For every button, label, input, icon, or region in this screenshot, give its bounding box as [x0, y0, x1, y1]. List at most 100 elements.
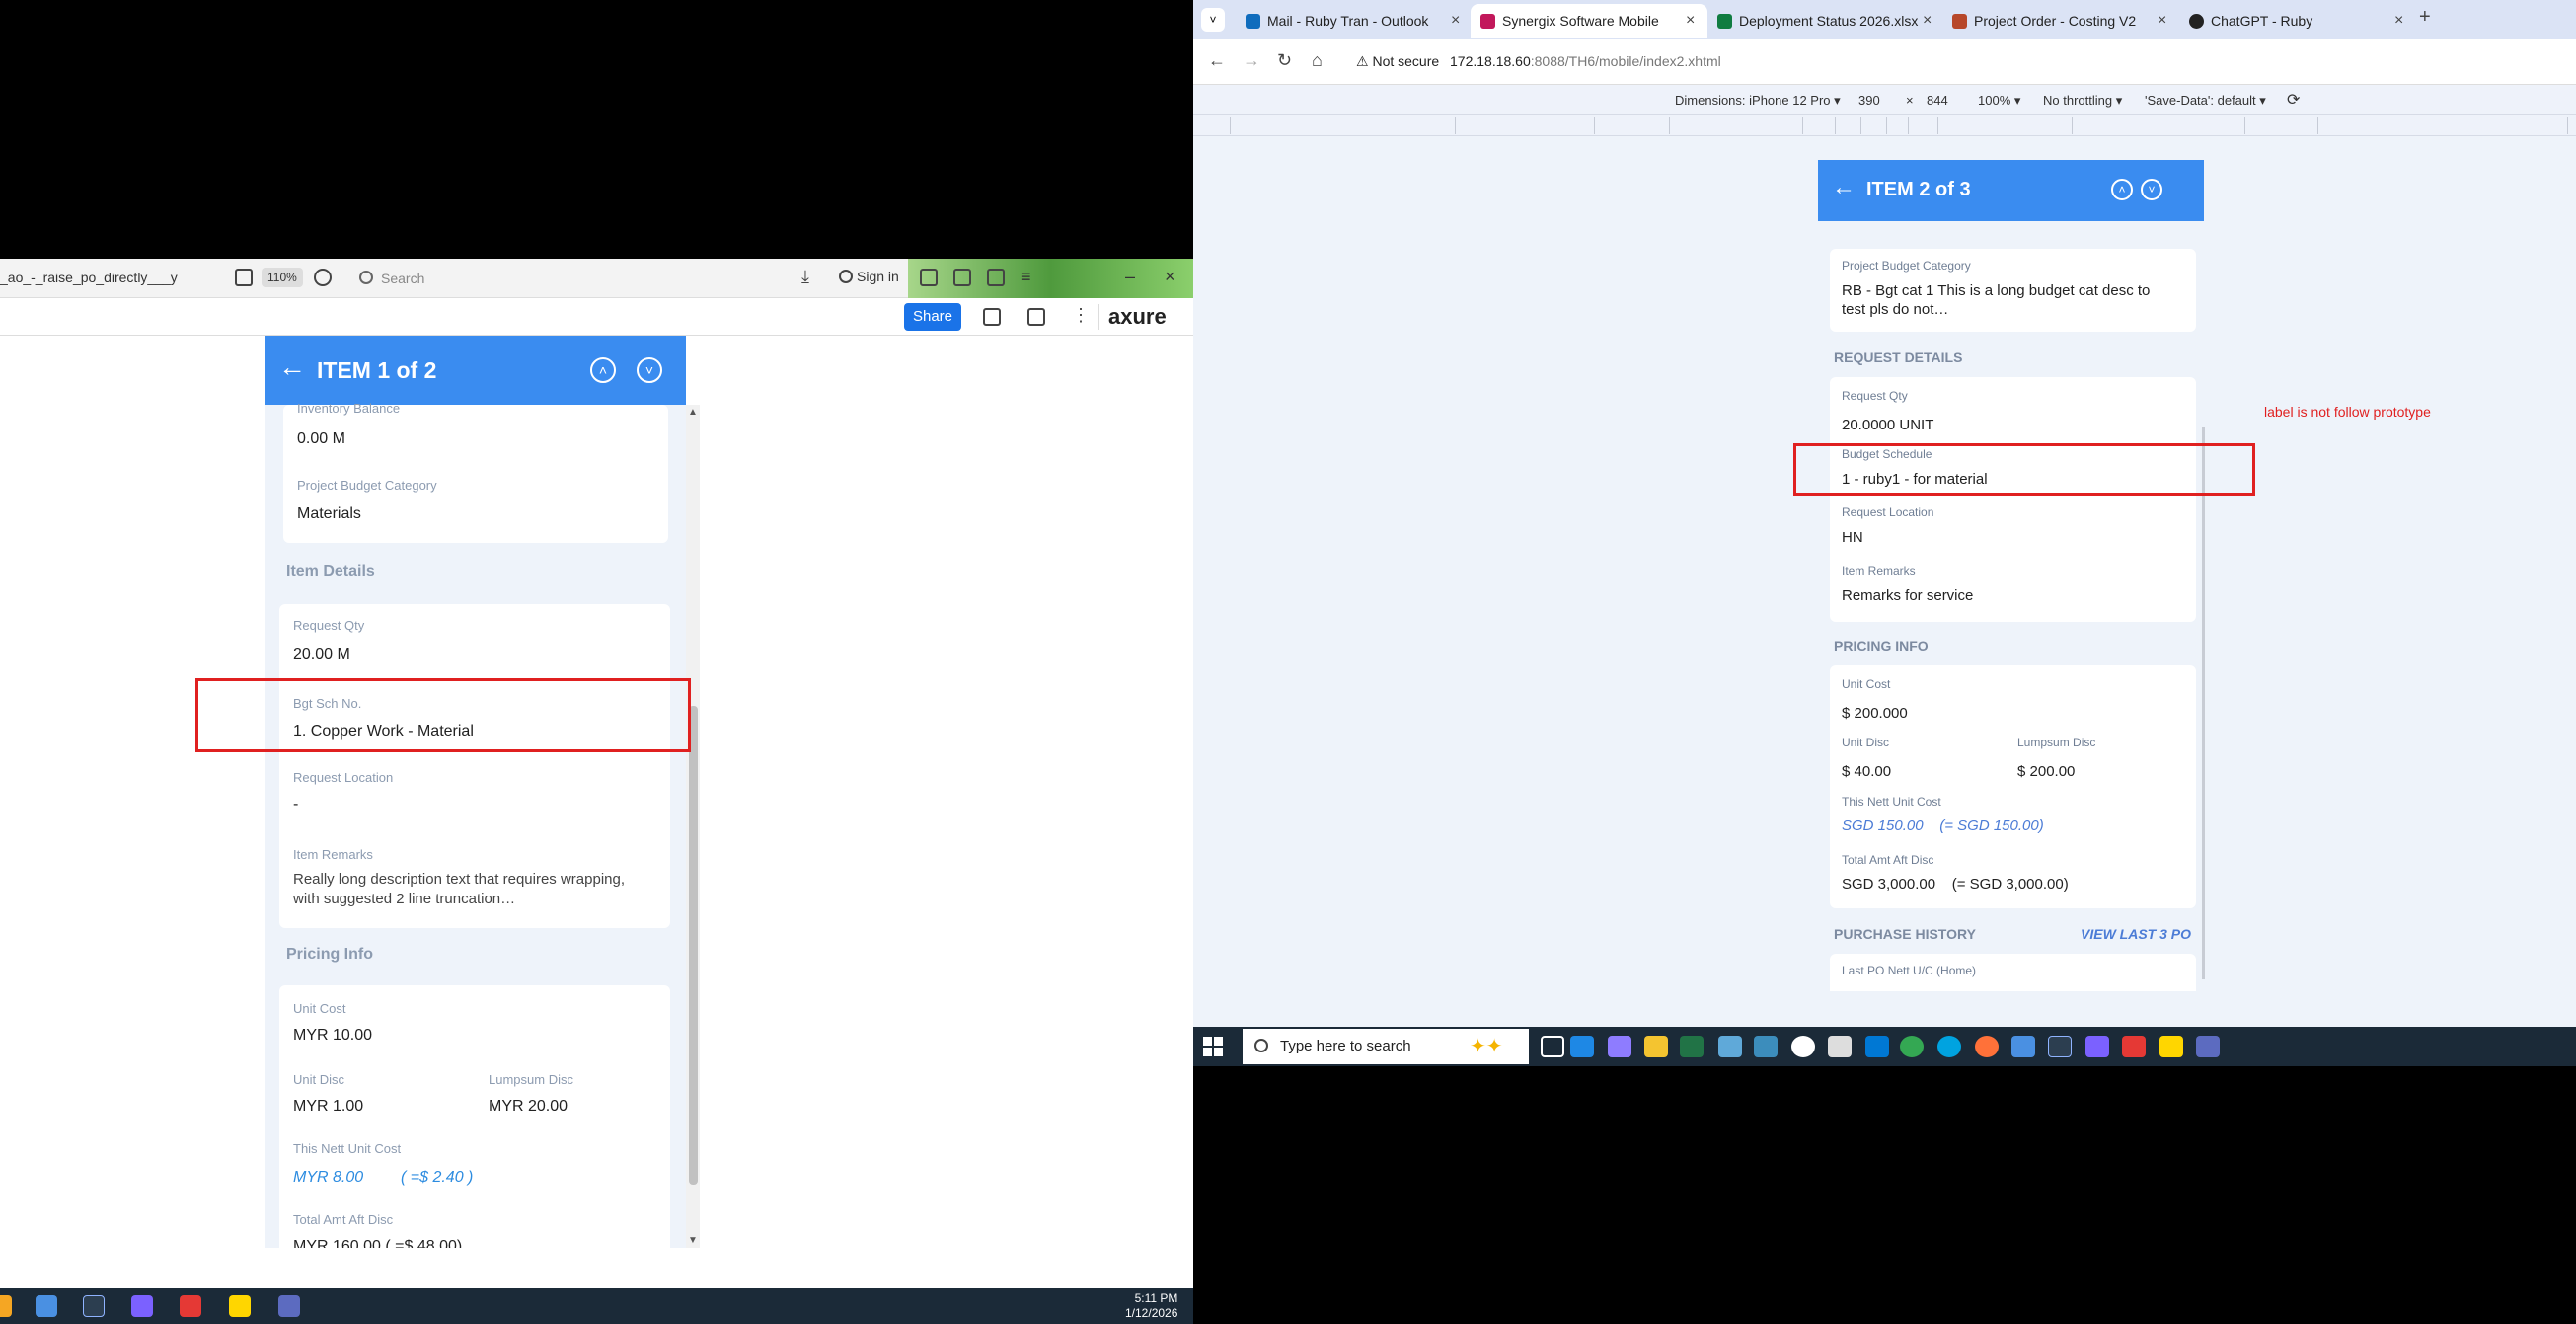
app-icon[interactable]	[1865, 1036, 1889, 1057]
app-icon[interactable]	[0, 1295, 12, 1317]
device-width-input[interactable]: 390	[1858, 93, 1880, 108]
item-remarks-label: Item Remarks	[1842, 564, 1916, 578]
budget-category-value: Materials	[297, 506, 361, 522]
tab-excel[interactable]: Deployment Status 2026.xlsx ×	[1707, 4, 1942, 38]
calculator-icon[interactable]	[36, 1295, 57, 1317]
home-icon[interactable]: ⌂	[1312, 50, 1323, 71]
back-icon[interactable]: ←	[1208, 50, 1226, 71]
lumpsum-disc-value: MYR 20.00	[489, 1098, 568, 1115]
windows-start-icon[interactable]	[1203, 1037, 1223, 1056]
tab-synergix[interactable]: Synergix Software Mobile ×	[1471, 4, 1707, 38]
chevron-down-icon[interactable]: ˅	[637, 357, 662, 383]
reload-icon[interactable]: ↻	[1277, 50, 1292, 71]
teams-icon[interactable]	[2196, 1036, 2220, 1057]
app-icon[interactable]	[1718, 1036, 1742, 1057]
calculator-icon[interactable]	[2011, 1036, 2035, 1057]
sign-in-button[interactable]: Sign in	[839, 269, 899, 284]
chevron-up-icon[interactable]: ˄	[2111, 179, 2133, 200]
back-arrow-icon[interactable]: ←	[278, 351, 306, 383]
rotate-icon[interactable]: ⟳	[2287, 90, 2300, 110]
collections-icon[interactable]	[953, 269, 971, 286]
save-data-select[interactable]: 'Save-Data': default ▾	[2145, 93, 2266, 109]
close-tab-icon[interactable]: ×	[2158, 4, 2166, 38]
sticky-notes-icon[interactable]	[229, 1295, 251, 1317]
lumpsum-disc-value: $ 200.00	[2017, 763, 2076, 780]
prototype-scrollbar[interactable]: ▲ ▼	[686, 405, 700, 1248]
close-tab-icon[interactable]: ×	[1686, 4, 1695, 38]
forward-icon[interactable]: →	[1243, 50, 1260, 71]
app-icon[interactable]	[1570, 1036, 1594, 1057]
chrome-icon[interactable]	[1900, 1036, 1924, 1057]
sticky-notes-icon[interactable]	[2159, 1036, 2183, 1057]
download-icon[interactable]: ⤓	[801, 267, 819, 286]
app-icon[interactable]	[131, 1295, 153, 1317]
sidebar-icon[interactable]	[987, 269, 1005, 286]
new-tab-icon[interactable]: +	[2419, 6, 2431, 29]
zoom-badge[interactable]: 110%	[262, 268, 303, 287]
app-scrollbar[interactable]	[2202, 427, 2205, 979]
taskbar-search-input[interactable]: Type here to search ✦✦	[1243, 1029, 1529, 1064]
reader-icon[interactable]	[235, 269, 253, 286]
share-button[interactable]: Share	[904, 303, 961, 331]
menu-icon[interactable]: ≡	[1021, 267, 1038, 286]
tab-project-order[interactable]: Project Order - Costing V2 ×	[1942, 4, 2179, 38]
throttling-select[interactable]: No throttling ▾	[2043, 93, 2122, 109]
minimize-icon[interactable]: –	[1125, 267, 1143, 286]
tab-search-icon[interactable]: ˅	[1201, 8, 1225, 32]
url-field[interactable]: 172.18.18.60:8088/TH6/mobile/index2.xhtm…	[1450, 53, 1721, 69]
tab-outlook[interactable]: Mail - Ruby Tran - Outlook ×	[1236, 4, 1471, 38]
close-icon[interactable]: ×	[1165, 267, 1182, 286]
close-tab-icon[interactable]: ×	[1451, 4, 1460, 38]
tab-chatgpt[interactable]: ChatGPT - Ruby ×	[2179, 4, 2416, 38]
skype-icon[interactable]	[1937, 1036, 1961, 1057]
total-amt-label: Total Amt Aft Disc	[293, 1212, 394, 1227]
scroll-down-icon[interactable]: ▼	[688, 1235, 698, 1246]
firefox-icon[interactable]	[1975, 1036, 1999, 1057]
search-input[interactable]: Search	[355, 267, 790, 290]
file-explorer-icon[interactable]	[1644, 1036, 1668, 1057]
unit-disc-value: MYR 1.00	[293, 1098, 364, 1115]
browser-tab-strip: ˅ Mail - Ruby Tran - Outlook × Synergix …	[1193, 0, 2576, 39]
purchase-history-heading: PURCHASE HISTORY	[1834, 926, 1976, 942]
taskbar: 5:11 PM 1/12/2026	[0, 1288, 1193, 1324]
total-amt-value: SGD 3,000.00 (= SGD 3,000.00)	[1842, 876, 2069, 893]
comments-icon[interactable]	[1027, 308, 1045, 326]
item-remarks-line1: Really long description text that requir…	[293, 871, 626, 888]
total-amt-label: Total Amt Aft Disc	[1842, 853, 1934, 867]
chevron-up-icon[interactable]: ˄	[590, 357, 616, 383]
device-dimensions-select[interactable]: Dimensions: iPhone 12 Pro ▾	[1675, 93, 1841, 109]
more-icon[interactable]: ⋮	[1072, 305, 1090, 325]
remote-icon[interactable]	[83, 1295, 105, 1317]
zoom-select[interactable]: 100% ▾	[1978, 93, 2020, 109]
extensions-icon[interactable]	[920, 269, 938, 286]
security-indicator[interactable]: ⚠ Not secure	[1356, 53, 1439, 70]
teams-icon[interactable]	[278, 1295, 300, 1317]
item-header: ← ITEM 1 of 2 ˄ ˅	[265, 336, 686, 405]
inventory-balance-value: 0.00 M	[297, 430, 345, 447]
app-icon[interactable]	[1791, 1036, 1815, 1057]
close-tab-icon[interactable]: ×	[2394, 4, 2403, 38]
request-details-heading: REQUEST DETAILS	[1834, 350, 1963, 365]
sql-icon[interactable]	[1680, 1036, 1704, 1057]
app-icon[interactable]	[2085, 1036, 2109, 1057]
star-icon[interactable]	[314, 269, 332, 286]
chevron-down-icon[interactable]: ˅	[2141, 179, 2162, 200]
document-icon[interactable]	[983, 308, 1001, 326]
left-screen: _ao_-_raise_po_directly___y 110% Search …	[0, 0, 1193, 1324]
wps-icon[interactable]	[2122, 1036, 2146, 1057]
budget-category-line2: test pls do not…	[1842, 301, 1949, 318]
device-height-input[interactable]: 844	[1927, 93, 1948, 108]
view-last-po-link[interactable]: VIEW LAST 3 PO	[2081, 926, 2191, 942]
close-tab-icon[interactable]: ×	[1923, 4, 1932, 38]
scrollbar-thumb[interactable]	[689, 706, 698, 1185]
task-view-icon[interactable]	[1541, 1036, 1564, 1057]
app-icon[interactable]	[1754, 1036, 1778, 1057]
wps-icon[interactable]	[180, 1295, 201, 1317]
back-arrow-icon[interactable]: ←	[1832, 174, 1856, 201]
scroll-up-icon[interactable]: ▲	[688, 407, 698, 418]
copilot-icon[interactable]	[1608, 1036, 1631, 1057]
url-text[interactable]: _ao_-_raise_po_directly___y	[0, 270, 178, 285]
clock[interactable]: 5:11 PM 1/12/2026	[1125, 1291, 1177, 1321]
remote-icon[interactable]	[2048, 1036, 2072, 1057]
notepad-icon[interactable]	[1828, 1036, 1852, 1057]
